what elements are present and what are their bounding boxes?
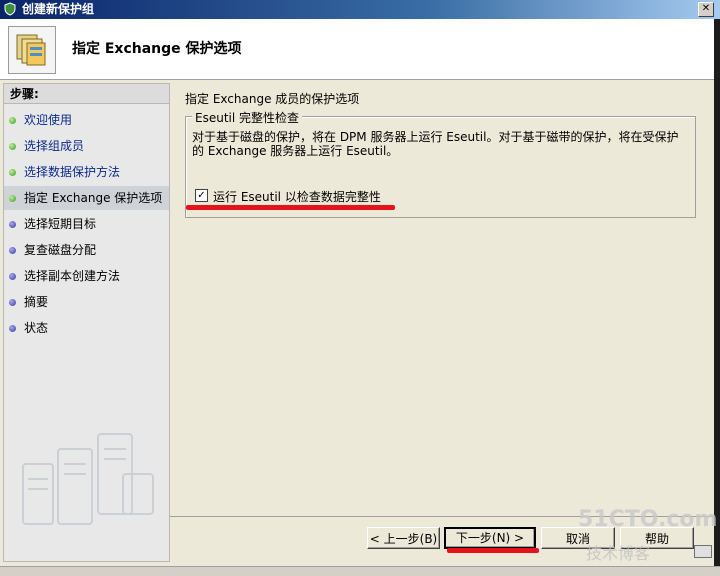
back-button[interactable]: < 上一步(B) — [367, 527, 440, 549]
step-done-icon — [9, 117, 16, 124]
servers-watermark-icon — [22, 433, 154, 525]
window-title: 创建新保护组 — [22, 2, 95, 16]
site-watermark: 51CTO.com — [578, 507, 718, 532]
step-short-term-goals: 选择短期目标 — [4, 212, 169, 236]
window-edge — [714, 19, 720, 575]
eseutil-description: 对于基于磁盘的保护，将在 DPM 服务器上运行 Eseutil。对于基于磁带的保… — [192, 130, 679, 158]
step-review-disk: 复查磁盘分配 — [4, 238, 169, 262]
step-label: 指定 Exchange 保护选项 — [24, 191, 163, 205]
protection-group-icon — [8, 26, 56, 74]
groupbox-legend: Eseutil 完整性检查 — [192, 109, 303, 126]
run-eseutil-label[interactable]: 运行 Eseutil 以检查数据完整性 — [213, 188, 381, 205]
app-shield-icon — [4, 2, 16, 16]
eseutil-groupbox: Eseutil 完整性检查 对于基于磁盘的保护，将在 DPM 服务器上运行 Es… — [185, 109, 696, 218]
section-title: 指定 Exchange 成员的保护选项 — [185, 92, 360, 106]
step-label: 状态 — [24, 321, 49, 335]
site-watermark-subtitle: 技术博客 — [586, 544, 651, 563]
annotation-underline-checkbox — [186, 205, 395, 210]
step-done-icon — [9, 143, 16, 150]
step-pending-icon — [9, 273, 16, 280]
step-data-protection-method[interactable]: 选择数据保护方法 — [4, 160, 169, 184]
step-current-icon — [9, 195, 16, 202]
annotation-underline-next — [447, 548, 539, 553]
next-button[interactable]: 下一步(N) > — [444, 527, 536, 549]
step-welcome[interactable]: 欢迎使用 — [4, 108, 169, 132]
wizard-header: 指定 Exchange 保护选项 — [0, 19, 714, 80]
step-pending-icon — [9, 221, 16, 228]
step-label: 选择副本创建方法 — [24, 269, 121, 283]
step-label: 选择组成员 — [24, 139, 85, 153]
close-button[interactable]: ✕ — [698, 2, 714, 17]
step-exchange-options[interactable]: 指定 Exchange 保护选项 — [4, 186, 169, 210]
keyboard-icon[interactable] — [694, 545, 712, 558]
steps-panel: 步骤: 欢迎使用 选择组成员 选择数据保护方法 指定 Exchange 保护选项… — [3, 83, 170, 562]
steps-heading: 步骤: — [4, 84, 169, 104]
step-label: 摘要 — [24, 295, 49, 309]
step-pending-icon — [9, 325, 16, 332]
step-select-members[interactable]: 选择组成员 — [4, 134, 169, 158]
step-label: 选择短期目标 — [24, 217, 97, 231]
page-title: 指定 Exchange 保护选项 — [72, 41, 242, 57]
step-status: 状态 — [4, 316, 169, 340]
step-label: 复查磁盘分配 — [24, 243, 97, 257]
step-summary: 摘要 — [4, 290, 169, 314]
step-pending-icon — [9, 247, 16, 254]
step-label: 欢迎使用 — [24, 113, 73, 127]
run-eseutil-checkbox[interactable]: ✓ — [195, 189, 208, 202]
content-pane: 指定 Exchange 成员的保护选项 Eseutil 完整性检查 对于基于磁盘… — [170, 83, 714, 560]
step-pending-icon — [9, 299, 16, 306]
step-label: 选择数据保护方法 — [24, 165, 121, 179]
title-bar: 创建新保护组 ✕ — [0, 0, 720, 19]
step-replica-method: 选择副本创建方法 — [4, 264, 169, 288]
step-done-icon — [9, 169, 16, 176]
